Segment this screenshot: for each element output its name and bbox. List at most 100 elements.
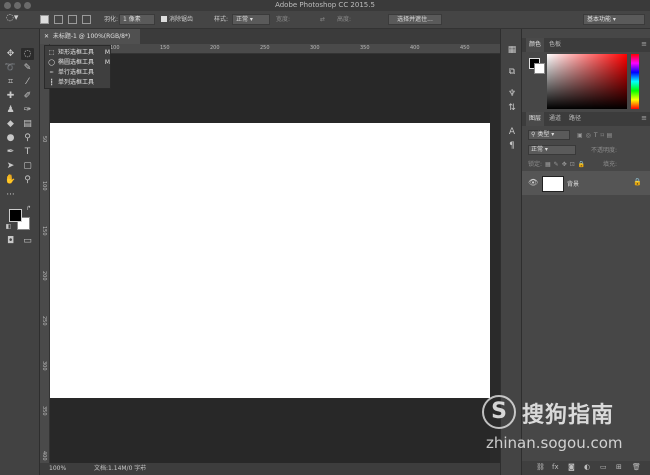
- flyout-item-shortcut: M: [104, 59, 110, 66]
- delete-layer-icon[interactable]: 🗑: [632, 463, 641, 471]
- antialias-checkbox[interactable]: 消除锯齿: [161, 15, 193, 25]
- layer-filter-row: ⚲ 类型 ▾ ▣◎T⌑▤: [525, 130, 647, 141]
- screen-mode-icon[interactable]: ▭: [21, 235, 34, 247]
- subtract-from-selection-icon[interactable]: [68, 15, 77, 24]
- blend-mode-value: 正常: [531, 146, 544, 153]
- tab-channels[interactable]: 通道: [546, 112, 564, 126]
- flyout-item[interactable]: ┇ 单列选框工具: [47, 78, 110, 87]
- status-menu-icon[interactable]: ›: [140, 463, 142, 475]
- fill-label: 填充:: [603, 161, 618, 168]
- layer-row[interactable]: 👁 背景 🔒: [522, 171, 650, 195]
- feather-input[interactable]: 1 像素: [119, 14, 155, 25]
- adjustments-panel-icon[interactable]: ⇅: [506, 102, 518, 114]
- color-panel-background-swatch[interactable]: [534, 63, 545, 74]
- clone-stamp-tool-icon[interactable]: ♟: [4, 104, 17, 116]
- swap-width-height-icon[interactable]: ⇄: [320, 15, 325, 25]
- tab-paths[interactable]: 路径: [566, 112, 584, 126]
- marquee-tool-icon[interactable]: ◌: [21, 48, 34, 60]
- flyout-item[interactable]: ⬚ 矩形选框工具 M: [47, 48, 110, 57]
- checkbox-checked-icon: [161, 16, 167, 22]
- document-tab[interactable]: ✕ 未标题-1 @ 100%(RGB/8*): [40, 29, 140, 44]
- hand-tool-icon[interactable]: ✋: [4, 174, 17, 186]
- panel-menu-icon[interactable]: ≡: [641, 40, 647, 48]
- zoom-tool-icon[interactable]: ⚲: [21, 174, 34, 186]
- healing-brush-tool-icon[interactable]: ✚: [4, 90, 17, 102]
- ruler-tick-label: 50: [41, 136, 47, 143]
- move-tool-icon[interactable]: ✥: [4, 48, 17, 60]
- ruler-tick-label: 200: [41, 271, 47, 281]
- rectangular-marquee-icon: ⬚: [48, 49, 55, 56]
- tab-layers[interactable]: 图层: [526, 112, 545, 126]
- document-tab-bar: ✕ 未标题-1 @ 100%(RGB/8*): [40, 29, 500, 44]
- ruler-tick-label: 450: [460, 45, 470, 51]
- horizontal-ruler: 50100150200250300350400450: [50, 44, 500, 54]
- marquee-tool-preset-icon[interactable]: ◌▾: [6, 13, 18, 23]
- zoom-level[interactable]: 100%: [49, 463, 66, 475]
- history-brush-tool-icon[interactable]: ✑: [21, 104, 34, 116]
- style-label: 样式:: [214, 16, 229, 23]
- crop-tool-icon[interactable]: ⌗: [4, 76, 17, 88]
- eraser-tool-icon[interactable]: ◆: [4, 118, 17, 130]
- eyedropper-tool-icon[interactable]: ⁄: [21, 76, 34, 88]
- ruler-tick-label: 300: [310, 45, 320, 51]
- ruler-tick-label: 350: [360, 45, 370, 51]
- options-bar: ◌▾ 羽化: 1 像素 消除锯齿 样式: 正常 ▾ 宽度: ⇄ 高度: 选择并遮…: [0, 11, 650, 29]
- brush-tool-icon[interactable]: ✐: [21, 90, 34, 102]
- hue-slider[interactable]: [631, 54, 639, 109]
- history-panel-icon[interactable]: ▦: [506, 44, 518, 56]
- flyout-item-label: 单列选框工具: [58, 79, 95, 86]
- properties-panel-icon[interactable]: ⧉: [506, 66, 518, 78]
- brush-panel-icon[interactable]: ♆: [506, 88, 518, 100]
- ruler-tick-label: 350: [41, 406, 47, 416]
- app-title: Adobe Photoshop CC 2015.5: [275, 1, 375, 9]
- single-column-marquee-icon: ┇: [49, 79, 54, 86]
- edit-toolbar-icon[interactable]: ···: [4, 189, 17, 201]
- ruler-tick-label: 250: [260, 45, 270, 51]
- shape-tool-icon[interactable]: ▢: [21, 160, 34, 172]
- path-selection-tool-icon[interactable]: ➤: [4, 160, 17, 172]
- foreground-color-swatch[interactable]: [9, 209, 22, 222]
- type-tool-icon[interactable]: T: [21, 146, 34, 158]
- gradient-tool-icon[interactable]: ▤: [21, 118, 34, 130]
- antialias-label: 消除锯齿: [169, 16, 194, 23]
- new-selection-icon[interactable]: [40, 15, 49, 24]
- tab-swatches[interactable]: 色板: [546, 38, 564, 52]
- workspace-select[interactable]: 基本功能 ▾: [583, 14, 645, 25]
- ruler-tick-label: 100: [110, 45, 120, 51]
- ruler-tick-label: 250: [41, 316, 47, 326]
- document-canvas[interactable]: [50, 123, 490, 398]
- layers-panel-menu-icon[interactable]: ≡: [641, 114, 647, 122]
- color-spectrum-picker[interactable]: [547, 54, 627, 109]
- paragraph-panel-icon[interactable]: ¶: [506, 140, 518, 152]
- blur-tool-icon[interactable]: ●: [4, 132, 17, 144]
- add-to-selection-icon[interactable]: [54, 15, 63, 24]
- pen-tool-icon[interactable]: ✒: [4, 146, 17, 158]
- intersect-selection-icon[interactable]: [82, 15, 91, 24]
- layer-kind-filter[interactable]: ⚲ 类型 ▾: [528, 130, 570, 140]
- tab-color[interactable]: 颜色: [526, 38, 545, 52]
- lasso-tool-icon[interactable]: ➰: [4, 62, 17, 74]
- select-and-mask-button[interactable]: 选择并遮住...: [388, 14, 442, 25]
- flyout-item-label: 椭圆选框工具: [58, 59, 95, 66]
- title-bar: Adobe Photoshop CC 2015.5: [0, 0, 650, 11]
- quick-selection-tool-icon[interactable]: ✎: [21, 62, 34, 74]
- elliptical-marquee-icon: ◯: [48, 59, 55, 66]
- character-panel-icon[interactable]: A: [506, 126, 518, 138]
- flyout-item[interactable]: ┅ 单行选框工具: [47, 68, 110, 77]
- dodge-tool-icon[interactable]: ⚲: [21, 132, 34, 144]
- style-select[interactable]: 正常 ▾: [232, 14, 270, 25]
- flyout-item[interactable]: ◯ 椭圆选框工具 M: [47, 58, 110, 67]
- blend-mode-row: 正常 ▾ 不透明度:: [525, 145, 647, 156]
- color-panel-tabs: 颜色 色板 ≡: [522, 38, 650, 52]
- default-colors-icon[interactable]: ◧: [2, 221, 15, 233]
- flyout-item-label: 矩形选框工具: [58, 49, 95, 56]
- ruler-tick-label: 150: [160, 45, 170, 51]
- visibility-eye-icon[interactable]: 👁: [528, 178, 538, 187]
- layer-filter-icons[interactable]: ▣◎T⌑▤: [577, 130, 615, 141]
- watermark-brand: 搜狗指南: [522, 403, 615, 428]
- quick-mask-icon[interactable]: ◘: [4, 235, 17, 247]
- lock-icons[interactable]: ▦✎✥⊡🔒: [545, 159, 588, 170]
- blend-mode-select[interactable]: 正常 ▾: [528, 145, 576, 155]
- swap-colors-icon[interactable]: ↱: [22, 203, 35, 215]
- document-info[interactable]: 文档:1.14M/0 字节: [94, 463, 146, 475]
